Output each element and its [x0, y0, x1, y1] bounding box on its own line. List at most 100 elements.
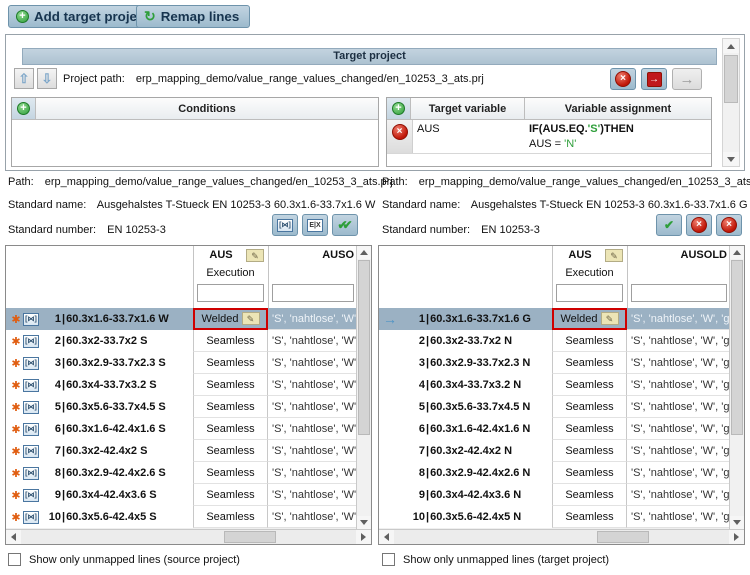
- execution-cell[interactable]: Seamless: [193, 506, 268, 528]
- panel-vertical-scrollbar[interactable]: [722, 38, 740, 167]
- execution-cell[interactable]: Seamless: [193, 418, 268, 440]
- target-path-line: Path: erp_mapping_demo/value_range_value…: [382, 175, 750, 189]
- column-header-aus[interactable]: AUS: [196, 249, 246, 263]
- table-row[interactable]: 2 | 60.3x2-33.7x2 N Seamless 'S', 'nahtlos…: [379, 330, 729, 352]
- execution-cell-highlighted[interactable]: Welded ✎: [193, 308, 268, 330]
- scroll-up-button[interactable]: [357, 246, 371, 259]
- triangle-left-icon: [11, 533, 16, 541]
- ausold-filter-input[interactable]: [631, 284, 727, 302]
- execution-cell-highlighted[interactable]: Welded ✎: [552, 308, 627, 330]
- table-row[interactable]: ✱ [⋈] 8 | 60.3x2.9-42.4x2.6 S Seamless 'S', …: [6, 462, 356, 484]
- source-standard-name-label: Standard name:: [8, 199, 87, 211]
- remap-lines-button[interactable]: ↻ Remap lines: [136, 5, 251, 28]
- move-down-button[interactable]: ⇩: [37, 68, 57, 89]
- pencil-icon[interactable]: ✎: [605, 249, 623, 262]
- table-row[interactable]: ✱ [⋈] 7 | 60.3x2-42.4x2 S Seamless 'S', 'nah…: [6, 440, 356, 462]
- pencil-icon[interactable]: ✎: [241, 312, 260, 325]
- execution-cell[interactable]: Seamless: [552, 374, 627, 396]
- execution-cell[interactable]: Seamless: [552, 418, 627, 440]
- table-row[interactable]: 7 | 60.3x2-42.4x2 N Seamless 'S', 'nahtlos…: [379, 440, 729, 462]
- add-assignment-button[interactable]: +: [387, 98, 411, 119]
- forward-button-disabled[interactable]: →: [672, 68, 702, 90]
- reject-mapping-button[interactable]: ×: [686, 214, 712, 236]
- target-horizontal-scrollbar[interactable]: [379, 529, 744, 544]
- execution-cell[interactable]: Seamless: [552, 396, 627, 418]
- delete-target-project-button[interactable]: ×: [610, 68, 636, 90]
- scrollbar-thumb[interactable]: [358, 260, 370, 435]
- table-row[interactable]: ✱ [⋈] 3 | 60.3x2.9-33.7x2.3 S Seamless 'S', …: [6, 352, 356, 374]
- table-row[interactable]: ✱ [⋈] 9 | 60.3x4-42.4x3.6 S Seamless 'S', 'n…: [6, 484, 356, 506]
- mapped-view-button[interactable]: [⋈]: [272, 214, 298, 236]
- accept-all-button[interactable]: ✔✔: [332, 214, 358, 236]
- show-unmapped-source-checkbox[interactable]: [8, 553, 21, 566]
- execution-cell[interactable]: Seamless: [552, 440, 627, 462]
- scroll-up-button[interactable]: [730, 246, 744, 259]
- table-row[interactable]: 3 | 60.3x2.9-33.7x2.3 N Seamless 'S', 'nah…: [379, 352, 729, 374]
- execution-cell[interactable]: Seamless: [552, 506, 627, 528]
- scroll-down-button[interactable]: [723, 152, 739, 166]
- column-header-ausold[interactable]: AUSO: [268, 249, 354, 263]
- table-row[interactable]: ✱ [⋈] 2 | 60.3x2-33.7x2 S Seamless 'S', 'nah…: [6, 330, 356, 352]
- execution-cell[interactable]: Seamless: [552, 462, 627, 484]
- pencil-icon[interactable]: ✎: [600, 312, 619, 325]
- assignment-row[interactable]: × AUS IF(AUS.EQ.'S')THEN AUS = 'N': [387, 120, 711, 154]
- execution-cell[interactable]: Seamless: [552, 352, 627, 374]
- scroll-right-button[interactable]: [356, 530, 371, 544]
- column-header-aus[interactable]: AUS: [555, 249, 605, 263]
- accept-mapping-button[interactable]: ✔: [656, 214, 682, 236]
- pencil-icon[interactable]: ✎: [246, 249, 264, 262]
- table-row[interactable]: 5 | 60.3x5.6-33.7x4.5 N Seamless 'S', 'nah…: [379, 396, 729, 418]
- scroll-left-button[interactable]: [379, 530, 394, 544]
- table-row[interactable]: 6 | 60.3x1.6-42.4x1.6 N Seamless 'S', 'nah…: [379, 418, 729, 440]
- scrollbar-thumb[interactable]: [224, 531, 276, 543]
- move-up-button[interactable]: ⇧: [14, 68, 34, 89]
- scroll-left-button[interactable]: [6, 530, 21, 544]
- scrollbar-thumb[interactable]: [724, 55, 738, 103]
- add-condition-button[interactable]: +: [12, 98, 36, 119]
- column-header-ausold[interactable]: AUSOLD: [627, 249, 727, 263]
- table-row[interactable]: 8 | 60.3x2.9-42.4x2.6 N Seamless 'S', 'nah…: [379, 462, 729, 484]
- table-row[interactable]: 10 | 60.3x5.6-42.4x5 N Seamless 'S', 'naht…: [379, 506, 729, 528]
- open-project-button[interactable]: →: [641, 68, 667, 90]
- execution-cell[interactable]: Seamless: [193, 462, 268, 484]
- table-row[interactable]: ✱ [⋈] 6 | 60.3x1.6-42.4x1.6 S Seamless 'S', …: [6, 418, 356, 440]
- execution-cell[interactable]: Seamless: [193, 484, 268, 506]
- row-name: 60.3x1.6-42.4x1.6 N: [430, 423, 531, 435]
- table-row[interactable]: ✱ [⋈] 4 | 60.3x4-33.7x3.2 S Seamless 'S', 'n…: [6, 374, 356, 396]
- aus-filter-input[interactable]: [197, 284, 264, 302]
- table-row[interactable]: ✱ [⋈] 10 | 60.3x5.6-42.4x5 S Seamless 'S', '…: [6, 506, 356, 528]
- execution-cell[interactable]: Seamless: [552, 330, 627, 352]
- execution-cell[interactable]: Seamless: [193, 330, 268, 352]
- add-target-project-label: Add target project: [34, 9, 149, 24]
- table-row[interactable]: → 1 | 60.3x1.6-33.7x1.6 G Welded ✎ 'S', 'nah…: [379, 308, 729, 330]
- execution-cell[interactable]: Seamless: [193, 352, 268, 374]
- row-number: 7: [54, 445, 61, 457]
- execution-cell[interactable]: Seamless: [193, 440, 268, 462]
- mapped-arrow-icon: →: [383, 311, 397, 327]
- aus-filter-input[interactable]: [556, 284, 623, 302]
- execution-cell[interactable]: Seamless: [193, 396, 268, 418]
- scrollbar-thumb[interactable]: [731, 260, 743, 435]
- scroll-down-button[interactable]: [357, 516, 371, 529]
- ausold-filter-input[interactable]: [272, 284, 354, 302]
- table-row[interactable]: 9 | 60.3x4-42.4x3.6 N Seamless 'S', 'nahtl…: [379, 484, 729, 506]
- delete-assignment-button[interactable]: ×: [387, 120, 413, 153]
- remap-icon: ↻: [144, 8, 156, 24]
- table-row[interactable]: ✱ [⋈] 5 | 60.3x5.6-33.7x4.5 S Seamless 'S', …: [6, 396, 356, 418]
- target-vertical-scrollbar[interactable]: [729, 246, 744, 529]
- execution-cell[interactable]: Seamless: [552, 484, 627, 506]
- show-unmapped-target-checkbox[interactable]: [382, 553, 395, 566]
- table-row[interactable]: ✱ [⋈] 1 | 60.3x1.6-33.7x1.6 W Welded ✎ 'S', '…: [6, 308, 356, 330]
- execution-cell[interactable]: Seamless: [193, 374, 268, 396]
- triangle-down-icon: [733, 520, 741, 525]
- source-horizontal-scrollbar[interactable]: [6, 529, 371, 544]
- scrollbar-thumb[interactable]: [597, 531, 649, 543]
- eix-icon: E|X: [307, 218, 323, 232]
- source-vertical-scrollbar[interactable]: [356, 246, 371, 529]
- scroll-right-button[interactable]: [729, 530, 744, 544]
- eix-view-button[interactable]: E|X: [302, 214, 328, 236]
- reject-accept-button[interactable]: ×: [716, 214, 742, 236]
- table-row[interactable]: 4 | 60.3x4-33.7x3.2 N Seamless 'S', 'nahtl…: [379, 374, 729, 396]
- scroll-down-button[interactable]: [730, 516, 744, 529]
- scroll-up-button[interactable]: [723, 39, 739, 53]
